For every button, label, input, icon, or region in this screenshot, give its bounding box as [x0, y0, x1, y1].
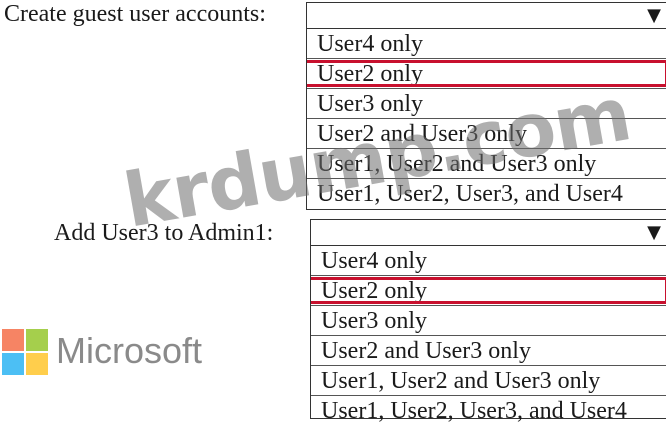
- logo-square-red: [2, 329, 24, 351]
- dropdown-option[interactable]: User4 only: [311, 246, 666, 276]
- chevron-down-icon[interactable]: ▼: [647, 6, 661, 26]
- microsoft-brand-text: Microsoft: [56, 330, 203, 371]
- dropdown-option[interactable]: User3 only: [307, 89, 666, 119]
- dropdown-option-selected[interactable]: User2 only: [307, 59, 666, 89]
- chevron-down-icon[interactable]: ▼: [647, 223, 661, 243]
- dropdown-option[interactable]: User1, User2 and User3 only: [307, 149, 666, 179]
- add-user3-to-admin1-label: Add User3 to Admin1:: [54, 220, 274, 246]
- dropdown-option[interactable]: User1, User2, User3, and User4: [311, 396, 666, 426]
- add-user3-to-admin1-select[interactable]: ▼: [311, 220, 666, 246]
- add-user3-to-admin1-dropdown[interactable]: ▼ User4 only User2 only User3 only User2…: [310, 219, 666, 424]
- dropdown-option[interactable]: User4 only: [307, 29, 666, 59]
- dropdown-option[interactable]: User1, User2, User3, and User4: [307, 179, 666, 209]
- create-guest-accounts-label: Create guest user accounts:: [4, 1, 266, 27]
- dropdown-option[interactable]: User1, User2 and User3 only: [311, 366, 666, 396]
- dropdown-option[interactable]: User3 only: [311, 306, 666, 336]
- create-guest-accounts-dropdown[interactable]: ▼ User4 only User2 only User3 only User2…: [306, 2, 666, 210]
- microsoft-logo-icon: [2, 329, 50, 377]
- logo-square-yellow: [26, 353, 48, 375]
- dropdown-option-selected[interactable]: User2 only: [311, 276, 666, 306]
- dropdown-option[interactable]: User2 and User3 only: [311, 336, 666, 366]
- logo-square-blue: [2, 353, 24, 375]
- dropdown-option[interactable]: User2 and User3 only: [307, 119, 666, 149]
- logo-square-green: [26, 329, 48, 351]
- create-guest-accounts-select[interactable]: ▼: [307, 3, 666, 29]
